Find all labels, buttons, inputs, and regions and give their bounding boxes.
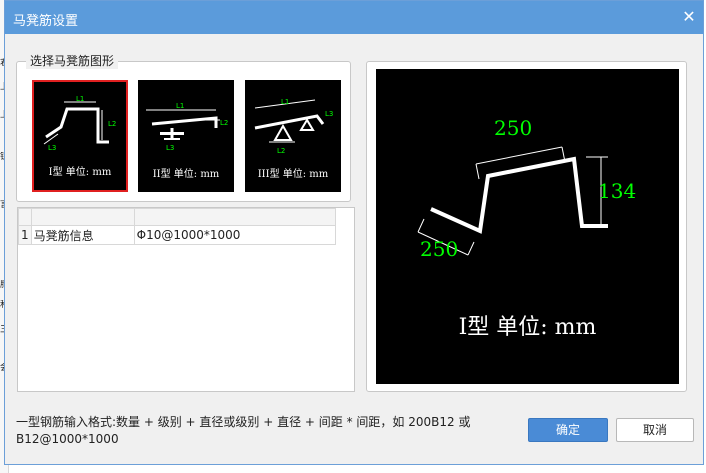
shape-caption: III型 单位: mm [257, 169, 329, 180]
dim-label: L2 [277, 147, 285, 155]
dim-label-top: 250 [494, 116, 532, 140]
property-label: 马凳筋信息 [30, 225, 135, 245]
dim-label: L2 [220, 119, 228, 127]
cancel-button[interactable]: 取消 [616, 418, 694, 442]
input-format-hint: 一型钢筋输入格式:数量 + 级别 + 直径或级别 + 直径 + 间距 * 间距，… [16, 415, 471, 446]
shape-caption: II型 单位: mm [152, 169, 220, 180]
dialog-titlebar: 马凳筋设置 ✕ [5, 1, 703, 34]
grid-header-row [18, 208, 336, 226]
grid-header-cell [30, 208, 135, 226]
dim-label: L1 [76, 95, 84, 103]
shape-group-label: 选择马凳筋图形 [26, 52, 119, 69]
table-row: 1 马凳筋信息 Φ10@1000*1000 [18, 225, 336, 245]
shape-caption: I型 单位: mm [48, 167, 112, 178]
dim-label: L3 [325, 110, 333, 118]
shape-option-type-1[interactable]: L1 L2 L3 I型 单位: mm [32, 80, 128, 192]
preview-caption: I型 单位: mm [458, 315, 597, 340]
ok-button[interactable]: 确定 [528, 418, 608, 442]
dialog-title: 马凳筋设置 [13, 14, 79, 29]
property-table: 1 马凳筋信息 Φ10@1000*1000 [18, 208, 336, 245]
dim-label: L1 [281, 98, 289, 106]
dim-label: L3 [48, 144, 56, 152]
shape-option-type-2[interactable]: L1 L2 L3 II型 单位: mm [138, 80, 234, 192]
grid-header-cell [133, 208, 336, 226]
row-number: 1 [18, 225, 32, 245]
stirrup-info-input[interactable]: Φ10@1000*1000 [133, 225, 336, 245]
dim-label-right: 134 [598, 179, 636, 203]
dim-label: L2 [108, 120, 116, 128]
dim-label: L3 [166, 144, 174, 152]
shape-option-type-3[interactable]: L1 L2 L3 III型 单位: mm [245, 80, 341, 192]
dim-label-left: 250 [420, 237, 458, 261]
property-grid: 1 马凳筋信息 Φ10@1000*1000 [17, 207, 355, 392]
close-icon[interactable]: ✕ [679, 7, 699, 27]
shape-preview: 250 134 250 I型 单位: mm [376, 69, 679, 384]
grid-header-corner [18, 208, 32, 226]
dim-label: L1 [176, 102, 184, 110]
